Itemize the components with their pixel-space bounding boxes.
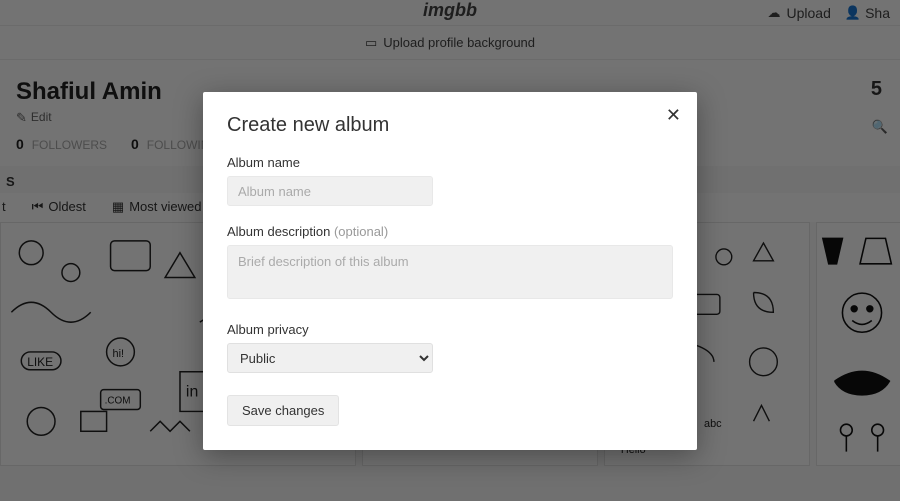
album-privacy-select[interactable]: Public	[227, 343, 433, 373]
album-description-optional: (optional)	[334, 224, 388, 239]
modal-close-button[interactable]: ✕	[666, 106, 681, 124]
save-changes-button[interactable]: Save changes	[227, 395, 339, 426]
album-description-input[interactable]	[227, 245, 673, 299]
album-name-field: Album name	[227, 155, 673, 206]
create-album-modal: ✕ Create new album Album name Album desc…	[203, 92, 697, 450]
album-description-label-text: Album description	[227, 224, 330, 239]
album-description-field: Album description (optional)	[227, 224, 673, 304]
album-name-input[interactable]	[227, 176, 433, 206]
save-changes-label: Save changes	[242, 403, 324, 418]
close-icon: ✕	[666, 105, 681, 125]
album-description-label: Album description (optional)	[227, 224, 673, 239]
modal-title: Create new album	[227, 114, 673, 137]
album-name-label: Album name	[227, 155, 673, 170]
album-privacy-label: Album privacy	[227, 322, 673, 337]
album-privacy-field: Album privacy Public	[227, 322, 673, 373]
